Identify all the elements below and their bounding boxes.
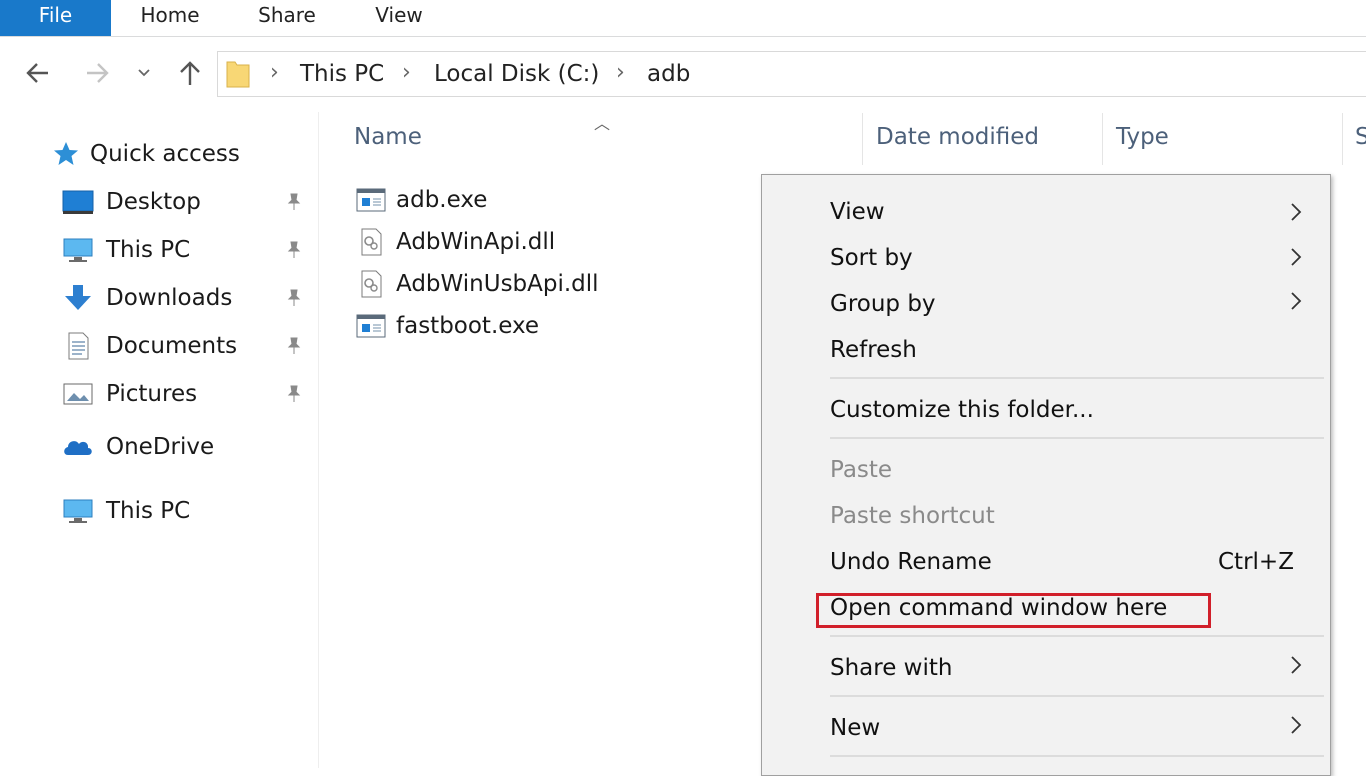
menu-item-customize-folder[interactable]: Customize this folder... <box>830 390 1320 430</box>
chevron-right-icon: › <box>270 60 279 85</box>
breadcrumb-this-pc[interactable]: This PC <box>300 52 384 96</box>
forward-button[interactable] <box>82 56 112 90</box>
tab-home[interactable]: Home <box>126 0 214 36</box>
chevron-right-icon <box>1291 656 1302 674</box>
menu-separator <box>830 635 1324 637</box>
tab-file[interactable]: File <box>0 0 111 36</box>
tab-share[interactable]: Share <box>244 0 330 36</box>
context-menu: View Sort by Group by Refresh Customize … <box>761 174 1331 776</box>
exe-icon <box>356 314 386 338</box>
pin-icon[interactable] <box>284 288 304 308</box>
file-row[interactable]: AdbWinUsbApi.dll <box>354 265 754 305</box>
address-bar[interactable]: › This PC › Local Disk (C:) › adb <box>217 51 1366 97</box>
folder-icon <box>226 61 250 88</box>
menu-item-group-by[interactable]: Group by <box>830 284 1320 324</box>
chevron-right-icon <box>1291 292 1302 310</box>
nav-item-documents[interactable]: Documents <box>0 326 318 366</box>
nav-label-onedrive: OneDrive <box>106 434 215 460</box>
arrow-up-icon <box>180 61 200 85</box>
nav-quick-access[interactable]: Quick access <box>0 134 318 174</box>
nav-item-this-pc-root[interactable]: This PC <box>0 491 318 531</box>
nav-item-this-pc[interactable]: This PC <box>0 230 318 270</box>
computer-icon <box>63 499 93 523</box>
column-header-name[interactable]: Name <box>354 124 422 150</box>
document-icon <box>68 332 89 360</box>
tab-view[interactable]: View <box>360 0 438 36</box>
star-icon <box>54 142 78 165</box>
nav-label-desktop: Desktop <box>106 189 201 215</box>
menu-separator <box>830 377 1324 379</box>
menu-item-paste-shortcut[interactable]: Paste shortcut <box>830 496 1320 536</box>
menu-item-share-with[interactable]: Share with <box>830 648 1320 688</box>
column-header-type[interactable]: Type <box>1116 124 1169 150</box>
file-name: AdbWinApi.dll <box>396 229 556 255</box>
file-name: adb.exe <box>396 187 488 213</box>
nav-item-onedrive[interactable]: OneDrive <box>0 427 318 467</box>
desktop-icon <box>62 190 94 214</box>
nav-label-this-pc-root: This PC <box>106 498 191 524</box>
highlight-annotation <box>816 593 1211 628</box>
arrow-right-icon <box>87 63 109 83</box>
nav-item-desktop[interactable]: Desktop <box>0 182 318 222</box>
pin-icon[interactable] <box>284 240 304 260</box>
menu-item-new[interactable]: New <box>830 708 1320 748</box>
file-row[interactable]: AdbWinApi.dll <box>354 223 754 263</box>
computer-icon <box>63 238 93 262</box>
menu-item-view[interactable]: View <box>830 192 1320 232</box>
menu-separator <box>830 755 1324 757</box>
nav-label-pictures: Pictures <box>106 381 198 407</box>
column-divider[interactable] <box>1342 113 1343 165</box>
download-arrow-icon <box>65 285 91 310</box>
dll-icon <box>361 270 382 298</box>
nav-label-quick-access: Quick access <box>90 141 240 167</box>
column-header-size[interactable]: S <box>1355 124 1366 150</box>
back-button[interactable] <box>23 56 53 90</box>
up-button[interactable] <box>175 56 205 90</box>
chevron-right-icon <box>1291 203 1302 221</box>
chevron-right-icon <box>1291 716 1302 734</box>
pin-icon[interactable] <box>284 384 304 404</box>
nav-item-pictures[interactable]: Pictures <box>0 374 318 414</box>
picture-icon <box>63 383 93 405</box>
dll-icon <box>361 228 382 256</box>
file-name: fastboot.exe <box>396 313 540 339</box>
file-row[interactable]: fastboot.exe <box>354 307 754 347</box>
nav-item-downloads[interactable]: Downloads <box>0 278 318 318</box>
nav-label-this-pc: This PC <box>106 237 191 263</box>
column-header-date-modified[interactable]: Date modified <box>876 124 1039 150</box>
chevron-right-icon: › <box>402 60 411 85</box>
breadcrumb-adb[interactable]: adb <box>647 52 690 96</box>
pin-icon[interactable] <box>284 336 304 356</box>
column-divider[interactable] <box>1102 113 1103 165</box>
pin-icon[interactable] <box>284 192 304 212</box>
breadcrumb-local-disk[interactable]: Local Disk (C:) <box>434 52 599 96</box>
nav-label-documents: Documents <box>106 333 238 359</box>
menu-separator <box>830 437 1324 439</box>
exe-icon <box>356 188 386 212</box>
menu-item-paste[interactable]: Paste <box>830 450 1320 490</box>
recent-locations-button[interactable] <box>131 56 157 90</box>
file-name: AdbWinUsbApi.dll <box>396 271 599 297</box>
menu-separator <box>830 695 1324 697</box>
menu-item-sort-by[interactable]: Sort by <box>830 238 1320 278</box>
column-divider[interactable] <box>862 113 863 165</box>
nav-label-downloads: Downloads <box>106 285 233 311</box>
arrow-left-icon <box>26 63 48 83</box>
navigation-pane: Quick access Desktop This PC Downloads D… <box>0 112 319 768</box>
chevron-right-icon: › <box>616 60 625 85</box>
shortcut-ctrl-z: Ctrl+Z <box>1218 549 1294 575</box>
ribbon: File Home Share View <box>0 0 1366 37</box>
chevron-down-icon <box>138 69 150 77</box>
cloud-icon <box>64 441 92 455</box>
file-row[interactable]: adb.exe <box>354 181 754 221</box>
chevron-right-icon <box>1291 248 1302 266</box>
menu-item-refresh[interactable]: Refresh <box>830 330 1320 370</box>
sort-ascending-icon: ︿ <box>594 114 611 133</box>
